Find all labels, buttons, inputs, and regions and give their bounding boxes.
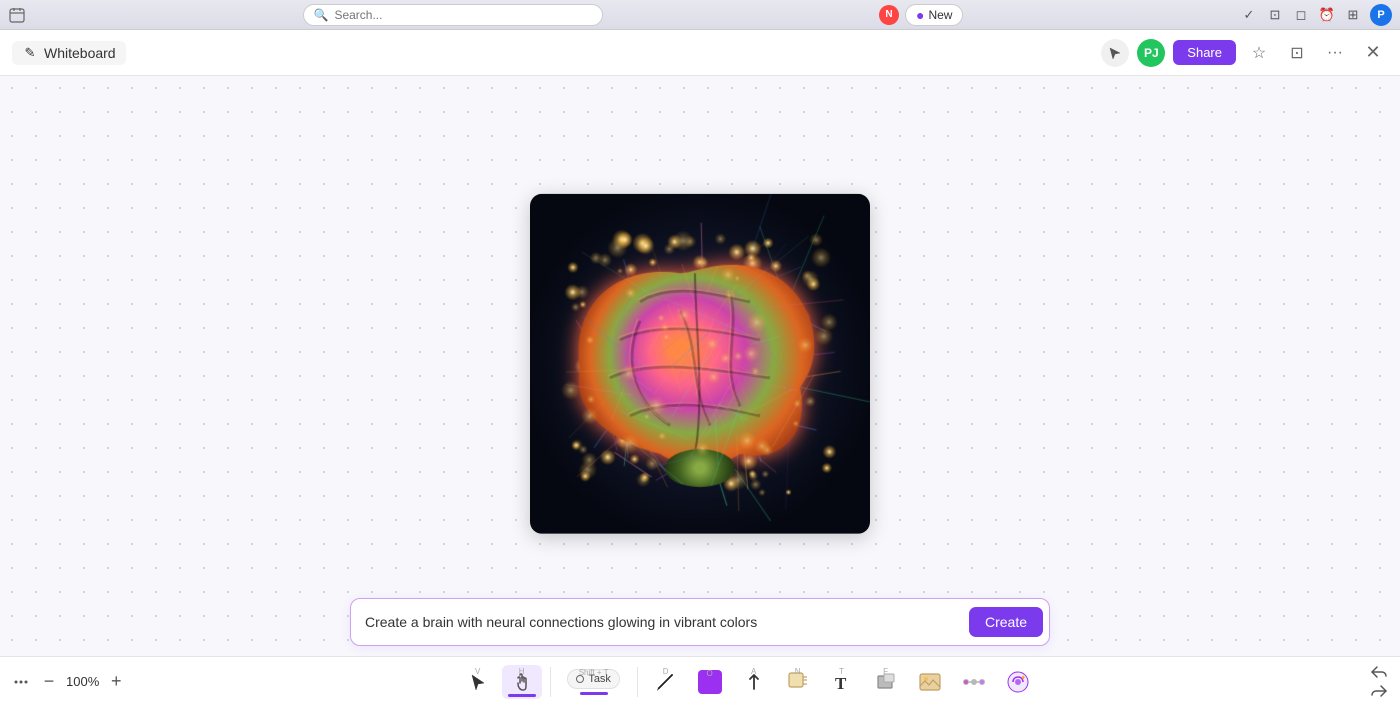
grid-icon[interactable]: ⊞ (1344, 6, 1362, 24)
notion-icon[interactable]: N (879, 5, 899, 25)
brain-image (530, 194, 870, 534)
browser-actions: N ● New (879, 4, 963, 26)
text-shortcut: T (839, 667, 844, 676)
divider-2 (637, 667, 638, 697)
check-circle-icon[interactable]: ✓ (1240, 6, 1258, 24)
task-tool[interactable]: Shift + T Task (559, 666, 629, 698)
create-button[interactable]: Create (969, 607, 1043, 637)
note-tool[interactable]: N (778, 665, 818, 699)
bookmark-icon[interactable]: ⊡ (1266, 6, 1284, 24)
undo-redo-container (1368, 663, 1390, 700)
layout-icon[interactable]: ⊡ (1282, 38, 1312, 68)
browser-right: ✓ ⊡ ◻ ⏰ ⊞ P (1240, 4, 1392, 26)
zoom-out-button[interactable] (10, 671, 32, 693)
arrow-tool[interactable]: A (734, 665, 774, 699)
whiteboard-icon: ✎ (22, 45, 38, 61)
prompt-container: Create (350, 598, 1050, 646)
task-shortcut: Shift + T (579, 668, 609, 677)
active-indicator (508, 694, 536, 697)
task-active-bar (580, 692, 608, 695)
zoom-controls: − 100% + (10, 671, 127, 693)
app-bar: ✎ Whiteboard PJ Share ☆ ⊡ ··· ✕ (0, 30, 1400, 76)
new-button[interactable]: ● New (905, 4, 963, 26)
zoom-minus-button[interactable]: − (38, 671, 60, 693)
undo-button[interactable] (1368, 663, 1390, 681)
image-tool[interactable] (910, 665, 950, 699)
browser-search-bar[interactable]: 🔍 (303, 4, 603, 26)
canvas-area[interactable]: Create − 100% + V H (0, 76, 1400, 706)
app-title-text: Whiteboard (44, 45, 116, 61)
hand-shortcut: H (519, 667, 525, 676)
connections-tool[interactable] (954, 665, 994, 699)
app-bar-right: PJ Share ☆ ⊡ ··· ✕ (1101, 38, 1388, 68)
browser-left (8, 6, 26, 24)
pen-shortcut: D (663, 667, 669, 676)
search-icon: 🔍 (314, 8, 329, 22)
collaborator-avatar[interactable]: PJ (1137, 39, 1165, 67)
svg-text:T: T (835, 674, 847, 693)
image-icon (916, 668, 944, 696)
note-shortcut: N (795, 667, 801, 676)
text-tool[interactable]: T T (822, 665, 862, 699)
clock-icon[interactable]: ⏰ (1318, 6, 1336, 24)
shape-tool[interactable]: F (866, 665, 906, 699)
more-options-icon[interactable]: ··· (1320, 38, 1350, 68)
close-button[interactable]: ✕ (1358, 38, 1388, 68)
select-tool[interactable]: V (458, 665, 498, 699)
user-avatar[interactable]: P (1370, 4, 1392, 26)
ai-tool[interactable] (998, 665, 1038, 699)
prompt-input[interactable] (365, 614, 969, 630)
connections-icon (960, 668, 988, 696)
color-shortcut: O (707, 669, 713, 678)
search-input[interactable] (334, 8, 591, 22)
zoom-plus-button[interactable]: + (105, 671, 127, 693)
app-title-button[interactable]: ✎ Whiteboard (12, 41, 126, 65)
cursor-presence-icon (1101, 39, 1129, 67)
plus-icon: ● (916, 7, 924, 23)
brain-canvas (530, 194, 870, 534)
pen-tool[interactable]: D (646, 665, 686, 699)
zoom-level: 100% (66, 674, 99, 689)
hand-tool[interactable]: H (502, 665, 542, 699)
ai-icon (1004, 668, 1032, 696)
share-button[interactable]: Share (1173, 40, 1236, 65)
divider-1 (550, 667, 551, 697)
redo-button[interactable] (1368, 682, 1390, 700)
color-tool[interactable]: O (690, 667, 730, 697)
calendar-icon[interactable] (8, 6, 26, 24)
camera-icon[interactable]: ◻ (1292, 6, 1310, 24)
new-label: New (928, 8, 952, 22)
bottom-toolbar: − 100% + V H (0, 656, 1400, 706)
shape-shortcut: F (883, 667, 888, 676)
arrow-shortcut: A (751, 667, 756, 676)
browser-bar: 🔍 N ● New ✓ ⊡ ◻ ⏰ ⊞ P (0, 0, 1400, 30)
star-icon[interactable]: ☆ (1244, 38, 1274, 68)
select-shortcut: V (475, 667, 480, 676)
